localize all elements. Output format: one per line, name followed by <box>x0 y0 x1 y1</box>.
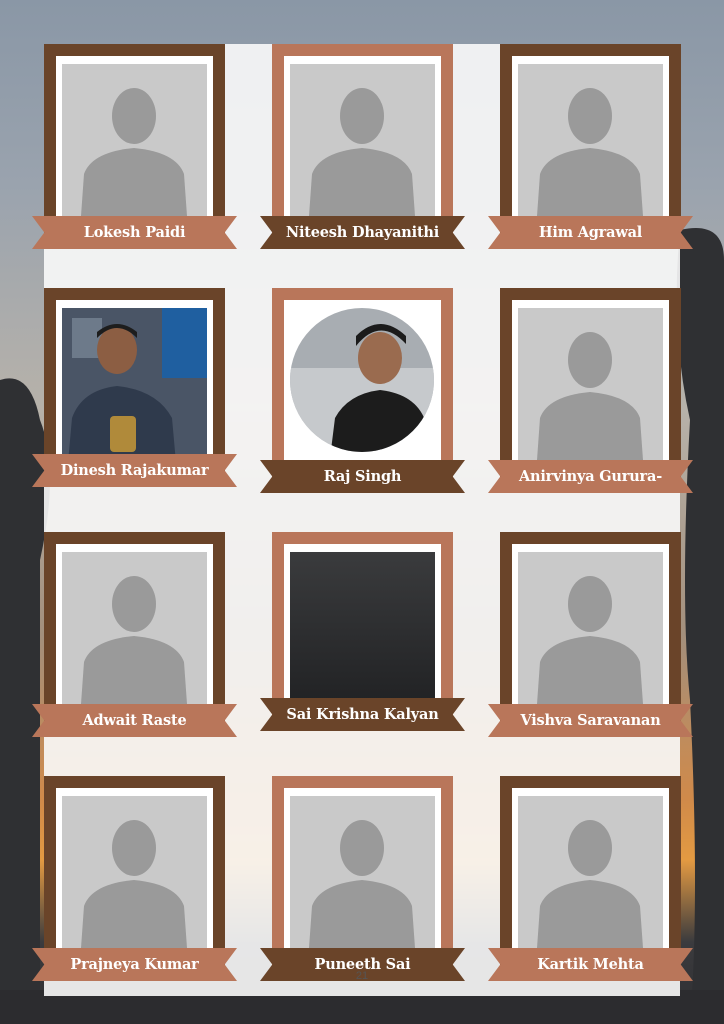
member-name: Anirvinya Gurura- <box>518 468 663 485</box>
name-ribbon: Adwait Raste <box>32 704 237 737</box>
page-number: 21 <box>355 970 369 982</box>
photo-frame <box>500 288 681 486</box>
avatar-placeholder <box>518 64 663 230</box>
photo-frame <box>44 532 225 730</box>
person-icon <box>536 820 644 962</box>
member-name: Dinesh Rajakumar <box>60 462 209 479</box>
name-ribbon: Him Agrawal <box>488 216 693 249</box>
member-name: Niteesh Dhayanithi <box>285 224 440 241</box>
name-ribbon: Dinesh Rajakumar <box>32 454 237 487</box>
member-name: Sai Krishna Kalyan <box>286 706 439 723</box>
member-card: Niteesh Dhayanithi <box>260 44 465 262</box>
member-name: Adwait Raste <box>82 712 187 729</box>
member-name: Lokesh Paidi <box>83 224 186 241</box>
portrait-photo <box>290 308 435 474</box>
member-card: Lokesh Paidi <box>32 44 237 262</box>
person-icon <box>308 88 416 230</box>
avatar-placeholder <box>290 796 435 962</box>
person-icon <box>80 88 188 230</box>
photo-frame <box>272 288 453 486</box>
person-icon <box>536 576 644 718</box>
name-ribbon: Raj Singh <box>260 460 465 493</box>
person-photo-icon <box>290 308 434 452</box>
avatar-placeholder <box>62 552 207 718</box>
photo-frame <box>272 776 453 974</box>
member-name: Him Agrawal <box>538 224 643 241</box>
photo-frame <box>272 44 453 242</box>
member-name: Raj Singh <box>323 468 402 485</box>
name-ribbon: Anirvinya Gurura- <box>488 460 693 493</box>
avatar-placeholder <box>290 64 435 230</box>
name-ribbon: Lokesh Paidi <box>32 216 237 249</box>
person-icon <box>308 820 416 962</box>
avatar-placeholder <box>518 796 663 962</box>
member-card: Vishva Saravanan <box>488 532 693 750</box>
avatar-placeholder <box>518 308 663 474</box>
member-card: Dinesh Rajakumar <box>32 288 237 506</box>
name-ribbon: Vishva Saravanan <box>488 704 693 737</box>
member-card: Prajneya Kumar <box>32 776 237 994</box>
photo-frame <box>500 44 681 242</box>
member-card: Adwait Raste <box>32 532 237 750</box>
person-icon <box>80 820 188 962</box>
member-card: Kartik Mehta <box>488 776 693 994</box>
avatar-placeholder <box>62 64 207 230</box>
photo-frame <box>500 532 681 730</box>
person-photo-icon <box>62 308 207 474</box>
member-card: Sai Krishna Kalyan <box>260 532 465 750</box>
member-card: Puneeth Sai <box>260 776 465 994</box>
member-card: Raj Singh <box>260 288 465 506</box>
member-name: Vishva Saravanan <box>520 712 661 729</box>
name-ribbon: Niteesh Dhayanithi <box>260 216 465 249</box>
avatar-placeholder <box>62 796 207 962</box>
photo-frame <box>500 776 681 974</box>
person-icon <box>80 576 188 718</box>
name-ribbon: Sai Krishna Kalyan <box>260 698 465 731</box>
avatar-placeholder <box>518 552 663 718</box>
member-card: Anirvinya Gurura- <box>488 288 693 506</box>
person-icon <box>536 332 644 474</box>
portrait-photo <box>62 308 207 474</box>
blank-dark-photo <box>290 552 435 718</box>
photo-frame <box>44 44 225 242</box>
person-icon <box>536 88 644 230</box>
photo-frame <box>44 776 225 974</box>
member-card: Him Agrawal <box>488 44 693 262</box>
